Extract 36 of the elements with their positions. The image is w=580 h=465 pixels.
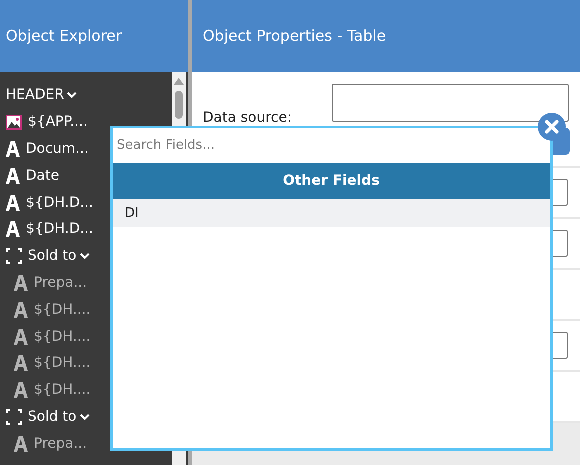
tree-item-label[interactable]: Docum...: [26, 140, 89, 157]
text-icon: [6, 221, 20, 238]
field-item[interactable]: DI: [113, 199, 550, 227]
tree-item-label[interactable]: Prepa...: [34, 436, 88, 452]
tree-item-label[interactable]: Sold to: [28, 408, 77, 425]
text-icon: [14, 274, 28, 291]
tree-item-label[interactable]: ${DH....: [34, 382, 91, 398]
scroll-up-icon[interactable]: [174, 77, 184, 85]
text-icon: [14, 302, 28, 318]
tree-item-label[interactable]: ${DH....: [34, 328, 91, 345]
text-icon: [14, 328, 28, 345]
tree-item-label[interactable]: HEADER: [6, 87, 64, 104]
frame-icon: [6, 248, 22, 264]
close-icon[interactable]: [545, 120, 559, 134]
tree-item-label[interactable]: ${DH....: [34, 302, 91, 318]
text-icon: [14, 436, 28, 452]
tree-item-label[interactable]: ${DH.D...: [26, 221, 94, 238]
explorer-header: Object Explorer: [0, 0, 188, 72]
tree-item-label[interactable]: Sold to: [28, 248, 77, 264]
image-icon: [6, 114, 22, 130]
scroll-thumb[interactable]: [175, 91, 183, 119]
group-header: Other Fields: [113, 163, 550, 199]
tree-item-label[interactable]: Prepa...: [34, 274, 88, 291]
data-source-field[interactable]: [332, 84, 569, 122]
field-label: Data source:: [203, 110, 292, 126]
text-icon: [6, 168, 20, 184]
tree-item-label[interactable]: ${APP....: [28, 114, 88, 130]
text-icon: [14, 382, 28, 398]
tree-item-label[interactable]: Date: [26, 168, 60, 184]
text-icon: [6, 194, 20, 211]
properties-header: Object Properties - Table: [192, 0, 580, 72]
text-icon: [6, 140, 20, 157]
tree-item-label[interactable]: ${DH.D...: [26, 194, 94, 211]
text-icon: [14, 355, 28, 372]
frame-icon: [6, 408, 22, 425]
tree-item-label[interactable]: ${DH....: [34, 355, 91, 372]
